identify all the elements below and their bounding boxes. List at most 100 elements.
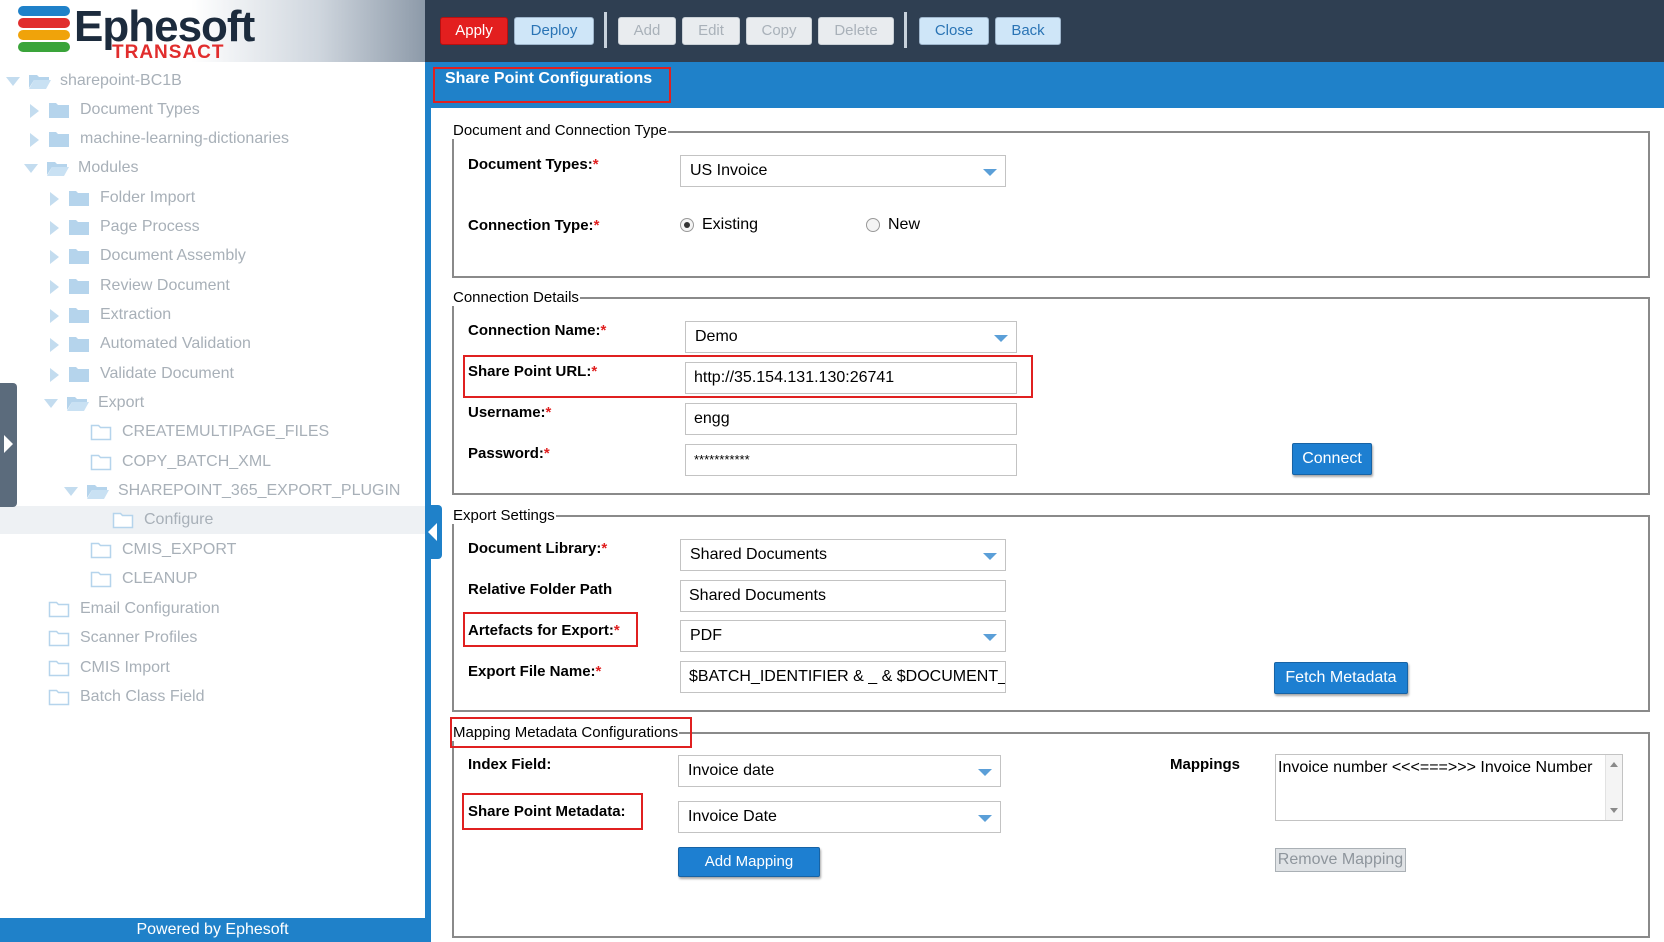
tree-item-validate-document[interactable]: Validate Document (46, 360, 234, 388)
mapping-entry[interactable]: Invoice number <<<===>>> Invoice Number (1277, 759, 1592, 776)
folder-outline-icon (90, 541, 112, 559)
fieldset-legend: Export Settings (452, 507, 556, 524)
required-mark: * (593, 217, 600, 234)
tree-item-scanner-profiles[interactable]: Scanner Profiles (48, 624, 197, 652)
tree-item-batch-class-field[interactable]: Batch Class Field (48, 683, 205, 711)
tree-item-document-assembly[interactable]: Document Assembly (46, 242, 246, 270)
tree-item-root[interactable]: sharepoint-BC1B (6, 67, 182, 95)
connect-button[interactable]: Connect (1292, 443, 1372, 475)
collapse-icon[interactable] (6, 73, 22, 89)
copy-button[interactable]: Copy (746, 17, 812, 45)
folder-outline-icon (90, 570, 112, 588)
expand-icon[interactable] (26, 131, 42, 147)
tree-item-folder-import[interactable]: Folder Import (46, 184, 195, 212)
relative-folder-path-input[interactable]: Shared Documents (680, 580, 1006, 612)
tree-item-extraction[interactable]: Extraction (46, 301, 171, 329)
panel-splitter[interactable] (425, 62, 431, 942)
tree-item-review-document[interactable]: Review Document (46, 272, 230, 300)
share-point-url-input[interactable]: http://35.154.131.130:26741 (685, 362, 1017, 394)
radio-new[interactable]: New (866, 216, 920, 234)
document-library-select[interactable]: Shared Documents (680, 539, 1006, 571)
tree-item-configure[interactable]: Configure (0, 506, 425, 534)
index-field-select[interactable]: Invoice date (678, 755, 1001, 787)
tree-label: SHAREPOINT_365_EXPORT_PLUGIN (118, 482, 401, 499)
tree-label: Validate Document (100, 365, 234, 382)
add-mapping-button[interactable]: Add Mapping (678, 847, 820, 877)
deploy-button[interactable]: Deploy (514, 17, 594, 45)
radio-existing[interactable]: Existing (680, 216, 758, 234)
fieldset-legend: Document and Connection Type (452, 122, 669, 139)
tree-item-createmultipage[interactable]: CREATEMULTIPAGE_FILES (90, 418, 329, 446)
folder-outline-icon (48, 600, 70, 618)
username-input[interactable]: engg (685, 403, 1017, 435)
back-button[interactable]: Back (995, 17, 1061, 45)
expand-sidebar-handle[interactable] (0, 383, 17, 507)
fieldset-legend: Connection Details (452, 289, 580, 306)
document-connection-fieldset (452, 131, 1650, 278)
share-point-metadata-select[interactable]: Invoice Date (678, 801, 1001, 833)
tree-label: Page Process (100, 218, 200, 235)
tree-item-copy-batch-xml[interactable]: COPY_BATCH_XML (90, 448, 271, 476)
expand-icon[interactable] (46, 248, 62, 264)
dropdown-caret-icon (978, 769, 992, 776)
add-button[interactable]: Add (618, 17, 676, 45)
expand-icon[interactable] (46, 366, 62, 382)
apply-button[interactable]: Apply (440, 17, 508, 45)
mappings-scrollbar[interactable] (1605, 755, 1622, 820)
radio-unselected-icon[interactable] (866, 218, 880, 232)
tree-label: Document Assembly (100, 247, 246, 264)
tree-item-cleanup[interactable]: CLEANUP (90, 565, 198, 593)
expand-icon[interactable] (26, 102, 42, 118)
tree-item-page-process[interactable]: Page Process (46, 213, 200, 241)
relative-folder-path-label: Relative Folder Path (468, 581, 613, 598)
folder-open-icon (46, 159, 69, 177)
logo-bar-red (18, 18, 70, 28)
collapse-icon[interactable] (44, 395, 60, 411)
mappings-label: Mappings (1170, 756, 1240, 773)
powered-by-footer: Powered by Ephesoft (0, 918, 425, 942)
delete-button[interactable]: Delete (818, 17, 894, 45)
expand-icon[interactable] (46, 190, 62, 206)
tree-item-sharepoint-plugin[interactable]: SHAREPOINT_365_EXPORT_PLUGIN (64, 477, 400, 505)
close-button[interactable]: Close (919, 17, 989, 45)
scroll-up-icon[interactable] (1610, 762, 1618, 767)
export-file-name-input[interactable]: $BATCH_IDENTIFIER & _ & $DOCUMENT_ID (680, 661, 1006, 693)
required-mark: * (592, 156, 599, 173)
tree-label: Modules (78, 159, 139, 176)
tree-item-export[interactable]: Export (44, 389, 144, 417)
tree-item-cmis-import[interactable]: CMIS Import (48, 654, 170, 682)
tree-item-modules[interactable]: Modules (24, 154, 138, 182)
dropdown-caret-icon (978, 815, 992, 822)
tree-label: CREATEMULTIPAGE_FILES (122, 423, 330, 440)
share-point-url-label: Share Point URL:* (468, 363, 598, 380)
required-mark: * (543, 445, 550, 462)
tree-item-ml-dictionaries[interactable]: machine-learning-dictionaries (26, 125, 289, 153)
tree-item-automated-validation[interactable]: Automated Validation (46, 330, 251, 358)
collapse-icon[interactable] (64, 483, 80, 499)
edit-button[interactable]: Edit (682, 17, 740, 45)
radio-selected-icon[interactable] (680, 218, 694, 232)
collapse-icon[interactable] (24, 160, 40, 176)
dropdown-caret-icon (994, 335, 1008, 342)
tree-item-cmis-export[interactable]: CMIS_EXPORT (90, 536, 236, 564)
tree-item-document-types[interactable]: Document Types (26, 96, 200, 124)
document-types-select[interactable]: US Invoice (680, 155, 1006, 187)
folder-outline-icon (48, 629, 70, 647)
expand-icon[interactable] (46, 307, 62, 323)
tree-label: Review Document (100, 277, 230, 294)
expand-icon[interactable] (46, 336, 62, 352)
mappings-list[interactable]: Invoice number <<<===>>> Invoice Number (1275, 754, 1623, 821)
export-file-name-label: Export File Name:* (468, 663, 602, 680)
scroll-down-icon[interactable] (1610, 808, 1618, 813)
tree-item-email-configuration[interactable]: Email Configuration (48, 595, 220, 623)
collapse-panel-handle[interactable] (425, 505, 442, 559)
artefacts-select[interactable]: PDF (680, 620, 1006, 652)
fetch-metadata-button[interactable]: Fetch Metadata (1274, 662, 1408, 694)
remove-mapping-button[interactable]: Remove Mapping (1275, 848, 1406, 872)
expand-icon[interactable] (46, 219, 62, 235)
folder-outline-icon (48, 688, 70, 706)
connection-name-select[interactable]: Demo (685, 321, 1017, 353)
tree-label: Automated Validation (100, 335, 251, 352)
password-input[interactable]: *********** (685, 444, 1017, 476)
expand-icon[interactable] (46, 278, 62, 294)
